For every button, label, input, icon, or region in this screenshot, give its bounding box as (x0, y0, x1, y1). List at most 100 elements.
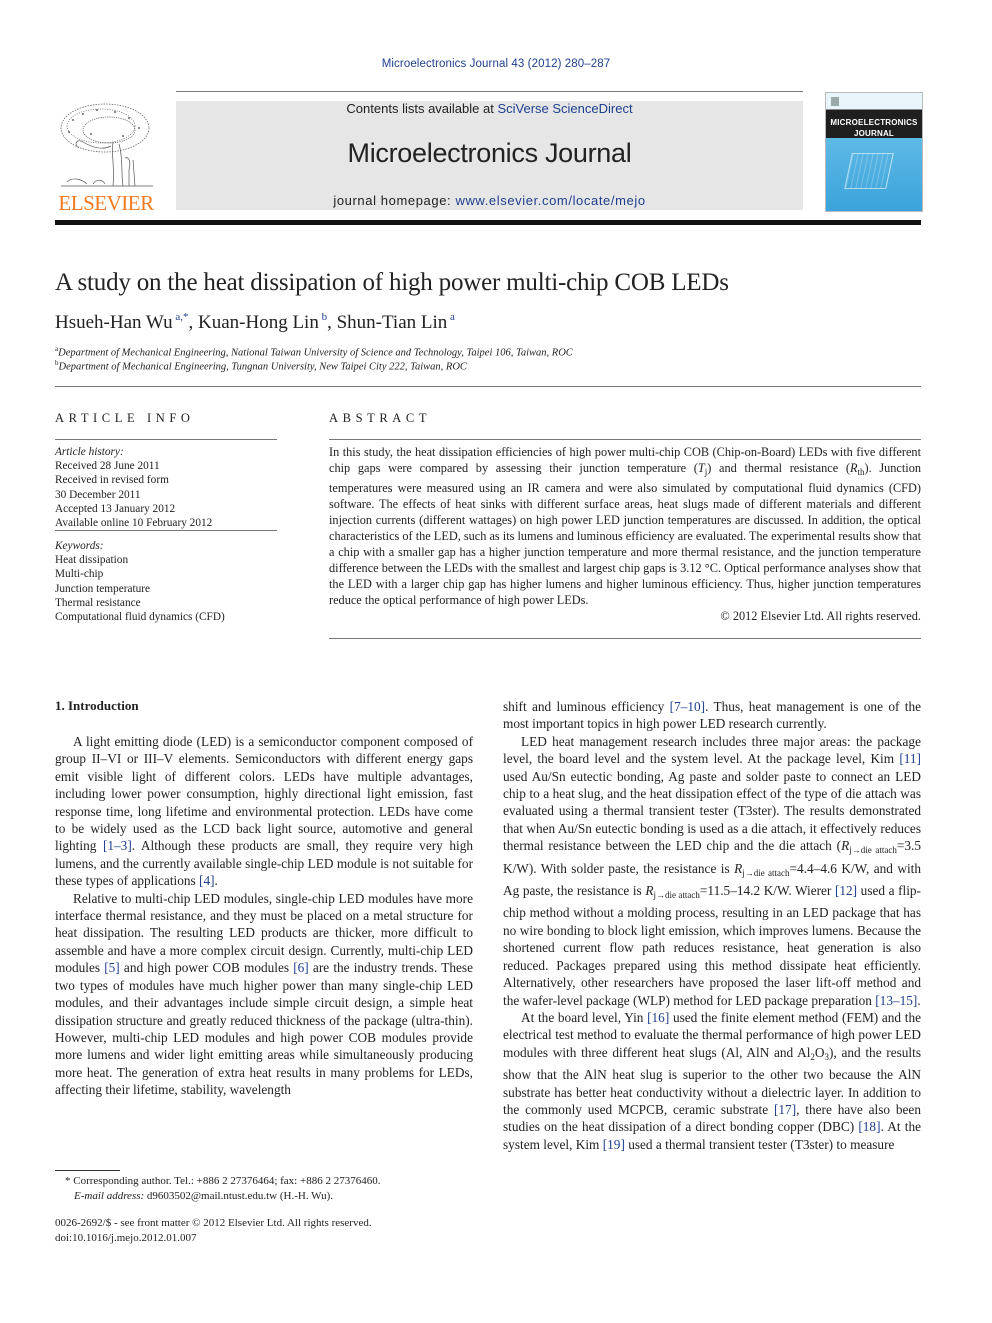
affiliation-a: aDepartment of Mechanical Engineering, N… (55, 345, 573, 359)
reference-link[interactable]: [5] (104, 960, 120, 975)
keyword: Multi-chip (55, 568, 104, 581)
keyword: Computational fluid dynamics (CFD) (55, 611, 225, 624)
affiliation-text: Department of Mechanical Engineering, Na… (58, 347, 573, 359)
paragraph: Relative to multi-chip LED modules, sing… (55, 890, 473, 1099)
keywords-block: Keywords: Heat dissipation Multi-chip Ju… (55, 539, 285, 624)
text-segment: are the industry trends. These two types… (55, 960, 473, 1098)
paragraph: At the board level, Yin [16] used the fi… (503, 1009, 921, 1153)
affiliation-b: bDepartment of Mechanical Engineering, T… (55, 359, 467, 373)
history-item: 30 December 2011 (55, 488, 141, 501)
reference-link[interactable]: [6] (293, 960, 309, 975)
homepage-link[interactable]: www.elsevier.com/locate/mejo (455, 193, 645, 208)
text-segment: j→die attach (742, 867, 790, 878)
author-name[interactable]: Hsueh-Han Wu (55, 312, 173, 333)
author-affil-mark[interactable]: b (322, 311, 328, 323)
footnote-rule (55, 1170, 120, 1171)
doi-line[interactable]: doi:10.1016/j.mejo.2012.01.007 (55, 1231, 196, 1246)
text-segment: LED heat management research includes th… (503, 733, 921, 767)
paragraph: shift and luminous efficiency [7–10]. Th… (503, 698, 921, 733)
journal-cover-thumbnail[interactable]: MICROELECTRONICS JOURNAL (825, 92, 923, 212)
abstract-heading: ABSTRACT (329, 411, 432, 425)
cover-title-line1: MICROELECTRONICS (830, 118, 918, 127)
body-column-left: A light emitting diode (LED) is a semico… (55, 733, 473, 1099)
journal-citation[interactable]: Microelectronics Journal 43 (2012) 280–2… (0, 58, 992, 70)
email-label: E-mail address: (74, 1190, 145, 1202)
author-name[interactable]: Shun-Tian Lin (337, 312, 448, 333)
contents-prefix: Contents lists available at (346, 101, 498, 116)
text-segment: R (734, 860, 743, 876)
email-value[interactable]: d9603502@mail.ntust.edu.tw (H.-H. Wu). (144, 1190, 333, 1202)
article-info-heading: ARTICLE INFO (55, 411, 195, 425)
author-separator: , (327, 312, 337, 333)
reference-link[interactable]: [12] (835, 883, 857, 898)
cover-title: MICROELECTRONICS JOURNAL (826, 117, 922, 139)
elsevier-tree-icon (60, 103, 153, 187)
text-segment: used a thermal transient tester (T3ster)… (624, 1136, 895, 1152)
header-thick-rule (55, 220, 921, 225)
history-label: Article history: (55, 446, 124, 458)
article-info-rule (55, 439, 277, 440)
abstract-text: In this study, the heat dissipation effi… (329, 444, 921, 624)
cover-publisher-icon (831, 97, 839, 106)
affiliation-text: Department of Mechanical Engineering, Tu… (58, 361, 467, 373)
elsevier-wordmark: ELSEVIER (58, 191, 154, 215)
contents-line: Contents lists available at SciVerse Sci… (176, 101, 803, 116)
author-separator: , (188, 312, 198, 333)
text-segment: At the board level, Yin (521, 1009, 648, 1025)
paragraph: LED heat management research includes th… (503, 733, 921, 1009)
homepage-prefix: journal homepage: (333, 193, 456, 208)
email-note: E-mail address: d9603502@mail.ntust.edu.… (74, 1189, 333, 1204)
tj-symbol: T (697, 461, 705, 475)
corresponding-author-note: * Corresponding author. Tel.: +886 2 273… (65, 1175, 381, 1187)
sciencedirect-link[interactable]: SciVerse ScienceDirect (497, 101, 632, 116)
affiliation-rule (55, 386, 921, 387)
paragraph: A light emitting diode (LED) is a semico… (55, 733, 473, 890)
section-heading-introduction: 1. Introduction (55, 698, 139, 713)
text-segment: . (917, 992, 921, 1008)
text-segment: j→die attach (653, 890, 700, 901)
cover-title-line2: JOURNAL (853, 129, 895, 138)
text-segment: j→die attach (849, 845, 897, 856)
history-item: Received in revised form (55, 474, 169, 487)
header-rule (176, 91, 803, 92)
reference-link[interactable]: [16] (647, 1010, 669, 1025)
history-item: Received 28 June 2011 (55, 460, 160, 473)
text-segment: used Au/Sn eutectic bonding, Ag paste an… (503, 768, 921, 854)
history-item: Available online 10 February 2012 (55, 517, 213, 530)
reference-link[interactable]: [17] (774, 1102, 796, 1117)
text-segment: and high power COB modules (119, 960, 294, 976)
text-segment: used a flip-chip method without a moldin… (503, 883, 921, 1008)
journal-homepage-line: journal homepage: www.elsevier.com/locat… (176, 193, 803, 208)
text-segment: O (814, 1044, 825, 1060)
author-name[interactable]: Kuan-Hong Lin (198, 312, 319, 333)
reference-link[interactable]: [13–15] (875, 993, 917, 1008)
reference-link[interactable]: [4] (199, 873, 215, 888)
abstract-top-rule (329, 439, 921, 440)
abstract-segment: ). Junction temperatures were measured u… (329, 461, 922, 607)
reference-link[interactable]: [19] (603, 1137, 625, 1152)
journal-title: Microelectronics Journal (347, 138, 632, 168)
author-affil-mark[interactable]: a,* (175, 311, 188, 323)
abstract-bottom-rule (329, 638, 921, 639)
abstract-copyright: © 2012 Elsevier Ltd. All rights reserved… (720, 609, 921, 623)
reference-link[interactable]: [18] (858, 1119, 880, 1134)
keywords-label: Keywords: (55, 540, 104, 552)
body-column-right: shift and luminous efficiency [7–10]. Th… (503, 698, 921, 1153)
keyword: Thermal resistance (55, 596, 141, 609)
keyword: Heat dissipation (55, 554, 129, 567)
reference-link[interactable]: [11] (899, 751, 921, 766)
front-matter-line: 0026-2692/$ - see front matter © 2012 El… (55, 1217, 372, 1229)
abstract-segment: ) and thermal resistance ( (707, 461, 850, 475)
text-segment: =11.5–14.2 K/W. Wierer (699, 883, 835, 899)
article-title: A study on the heat dissipation of high … (55, 269, 729, 296)
keyword: Junction temperature (55, 582, 151, 595)
text-segment: A light emitting diode (LED) is a semico… (55, 734, 473, 854)
author-affil-mark[interactable]: a (450, 311, 455, 323)
text-segment: . (214, 873, 218, 889)
reference-link[interactable]: [1–3] (103, 838, 132, 853)
author-list: Hsueh-Han Wu a,*, Kuan-Hong Lin b, Shun-… (55, 311, 455, 334)
text-segment: shift and luminous efficiency (503, 699, 670, 714)
reference-link[interactable]: [7–10] (670, 699, 705, 714)
text-segment: R (841, 838, 850, 854)
cover-chip-graphic (844, 153, 894, 189)
